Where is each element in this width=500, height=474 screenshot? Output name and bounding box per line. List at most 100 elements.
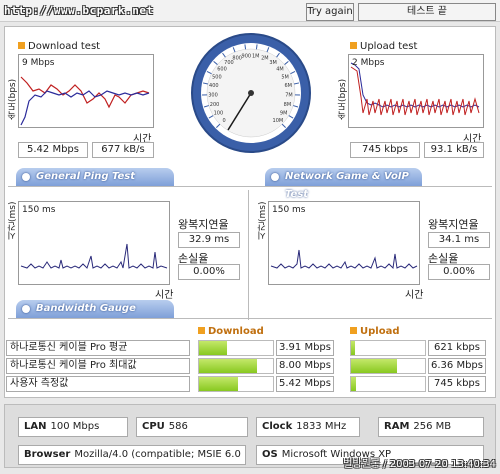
game-loss-value: 0.00%: [428, 264, 490, 280]
gauge-tick-mark: [244, 44, 247, 50]
bw-upload-header-text: Upload: [360, 326, 400, 337]
bw-upload-value: 6.36 Mbps: [428, 358, 486, 374]
bullet-icon: [18, 42, 25, 49]
game-time-label: 시간: [405, 290, 424, 301]
browser-info: Browser Mozilla/4.0 (compatible; MSIE 6.0: [18, 445, 246, 465]
footer-stamp: 벌방원롱 / 2003-07-20 13:40:34: [343, 459, 496, 470]
divider: [8, 186, 492, 187]
gauge-tick-label: 6M: [284, 83, 292, 89]
gauge-tick-label: 4M: [276, 66, 284, 72]
try-again-button[interactable]: Try again: [306, 3, 354, 21]
gauge-tick-label: 10M: [273, 118, 284, 124]
bw-upload-bar: [350, 340, 426, 356]
gauge-tick-label: 5M: [281, 74, 289, 80]
bw-upload-header: Upload: [350, 326, 399, 337]
ping-graph: 150 ms: [18, 201, 170, 285]
ping-rtt-value: 32.9 ms: [178, 232, 240, 248]
game-scale: 150 ms: [272, 205, 306, 215]
download-graph: 9 Mbps: [18, 54, 154, 128]
upload-graph: 2 Mbps: [348, 54, 484, 128]
bw-row-label: 하나로통신 케이블 Pro 최대값: [6, 358, 190, 374]
download-title-text: Download test: [28, 41, 101, 52]
game-graph: 150 ms: [268, 201, 420, 285]
gauge-tick-label: 1M: [252, 53, 260, 59]
gauge-tick-label: 8M: [284, 102, 292, 108]
gauge-tick-label: 3M: [269, 60, 277, 66]
divider: [8, 318, 492, 319]
bw-upload-bar: [350, 376, 426, 392]
gauge-tick-label: 500: [212, 74, 222, 80]
tab-general-ping-test[interactable]: General Ping Test: [16, 168, 174, 186]
gauge-tick-label: 7M: [285, 93, 293, 99]
clock-label: Clock: [262, 421, 293, 432]
ping-rtt-label: 왕복지연율: [178, 218, 229, 231]
bw-download-fill: [199, 377, 239, 391]
download-kbs: 677 kB/s: [92, 142, 154, 158]
browser-value: Mozilla/4.0 (compatible; MSIE 6.0: [74, 449, 241, 460]
bw-download-bar: [198, 340, 274, 356]
bw-upload-value: 745 kbps: [428, 376, 486, 392]
gauge-tick-label: 400: [209, 83, 219, 89]
bw-download-header: Download: [198, 326, 264, 337]
bullet-icon: [350, 42, 357, 49]
gauge-tick-label: 0: [223, 118, 226, 124]
gauge-tick-label: 2M: [261, 56, 269, 62]
os-label: OS: [262, 449, 278, 460]
speed-gauge: 0 100 200 300 400 500 600 700 800 900 1M 2M 3M 4M 5M 6M…: [190, 32, 312, 154]
gauge-tick-label: 100: [214, 110, 224, 116]
ping-scale: 150 ms: [22, 205, 56, 215]
ram-value: 256 MB: [413, 421, 452, 432]
upload-title: Upload test: [350, 41, 417, 52]
gauge-tick-label: 600: [217, 66, 227, 72]
bw-upload-fill: [351, 341, 356, 355]
gauge-tick-label: 9M: [280, 110, 288, 116]
tab-network-game-voip-test[interactable]: Network Game & VoIP Test: [265, 168, 422, 200]
bw-download-value: 3.91 Mbps: [276, 340, 334, 356]
bullet-icon: [350, 327, 357, 334]
upload-kbs: 93.1 kB/s: [424, 142, 484, 158]
test-end-button[interactable]: 테스트 끝: [358, 3, 496, 21]
bw-upload-fill: [351, 359, 397, 373]
bw-download-value: 8.00 Mbps: [276, 358, 334, 374]
gauge-tick-label: 200: [210, 102, 220, 108]
bw-download-bar: [198, 358, 274, 374]
bw-upload-value: 621 kbps: [428, 340, 486, 356]
gauge-tick-label: 900: [242, 53, 252, 59]
tab-bandwidth-gauge[interactable]: Bandwidth Gauge: [16, 300, 174, 318]
site-url[interactable]: http://www.bcpark.net: [4, 4, 154, 17]
lan-value: 100 Mbps: [50, 421, 100, 432]
clock-info: Clock 1833 MHz: [256, 417, 360, 437]
lan-info: LAN 100 Mbps: [18, 417, 128, 437]
ping-loss-value: 0.00%: [178, 264, 240, 280]
cpu-label: CPU: [142, 421, 165, 432]
bw-upload-fill: [351, 377, 357, 391]
gauge-tick-mark: [255, 44, 258, 50]
bw-download-fill: [199, 359, 257, 373]
upload-scale: 2 Mbps: [352, 58, 385, 68]
ram-label: RAM: [384, 421, 410, 432]
upload-title-text: Upload test: [360, 41, 418, 52]
browser-label: Browser: [24, 449, 71, 460]
bw-row-label: 사용자 측정값: [6, 376, 190, 392]
vertical-divider: [248, 190, 249, 320]
bw-download-value: 5.42 Mbps: [276, 376, 334, 392]
download-mbps: 5.42 Mbps: [18, 142, 88, 158]
upload-kbps: 745 kbps: [350, 142, 420, 158]
bullet-icon: [198, 327, 205, 334]
gauge-svg: 0100200300400500600700800 900 1M 2M3M4M5M6M…: [191, 33, 311, 153]
lan-label: LAN: [24, 421, 47, 432]
bw-download-fill: [199, 341, 228, 355]
clock-value: 1833 MHz: [296, 421, 347, 432]
game-rtt-label: 왕복지연율: [428, 218, 479, 231]
bw-row-label: 하나로통신 케이블 Pro 평균: [6, 340, 190, 356]
cpu-value: 586: [168, 421, 188, 432]
gauge-tick-label: 800: [232, 56, 242, 62]
game-rtt-value: 34.1 ms: [428, 232, 490, 248]
download-scale: 9 Mbps: [22, 58, 55, 68]
ram-info: RAM 256 MB: [378, 417, 484, 437]
bw-download-bar: [198, 376, 274, 392]
gauge-tick-label: 300: [208, 93, 218, 99]
bw-download-header-text: Download: [208, 326, 264, 337]
download-title: Download test: [18, 41, 100, 52]
ping-time-label: 시간: [155, 290, 174, 301]
